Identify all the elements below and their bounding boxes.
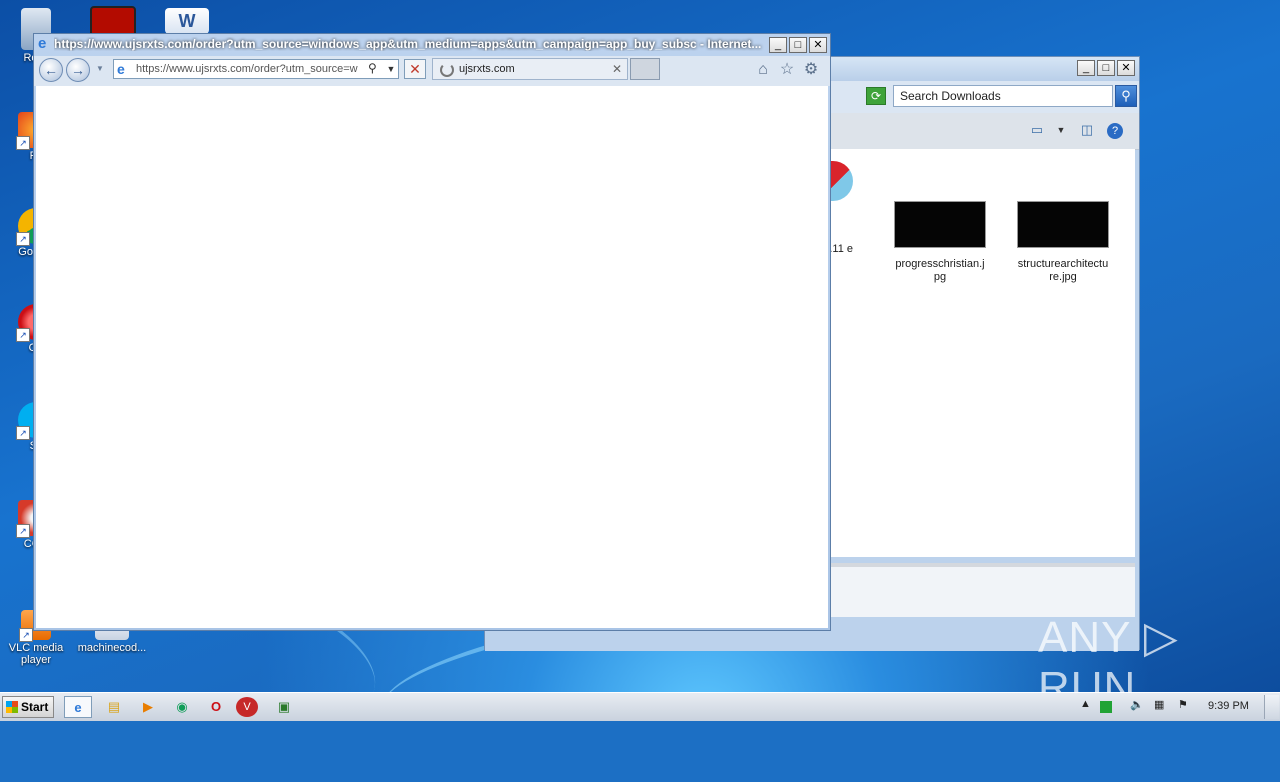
file-item[interactable]: progresschristian.jpg [894, 201, 986, 284]
chevron-down-icon[interactable]: ▼ [96, 64, 104, 73]
maximize-button[interactable]: □ [1097, 60, 1115, 76]
taskbar-ie-icon[interactable]: e [64, 696, 92, 718]
help-icon[interactable]: ? [1107, 123, 1123, 139]
start-label: Start [21, 700, 49, 714]
action-center-flag-icon[interactable]: ⚑ [1178, 698, 1188, 711]
start-button[interactable]: Start [2, 696, 54, 718]
taskbar: Start e ▤ ▶ ◉ O V ▣ ▲ 🔈 ▦ ⚑ 9:39 PM [0, 692, 1280, 721]
desktop-icon-label: VLC media player [8, 642, 64, 666]
window-title: https://www.ujsrxts.com/order?utm_source… [54, 37, 762, 51]
search-icon[interactable]: ⚲ [1115, 85, 1137, 107]
gear-icon[interactable]: ⚙ [802, 61, 820, 79]
shortcut-arrow-icon: ↗ [16, 136, 30, 150]
minimize-button[interactable]: _ [1077, 60, 1095, 76]
taskbar-explorer-icon[interactable]: ▤ [100, 696, 128, 718]
desktop-icon-word[interactable]: W [162, 8, 212, 36]
new-tab-button[interactable] [630, 58, 660, 80]
word-icon: W [165, 8, 209, 34]
network-icon[interactable] [1100, 701, 1112, 713]
printer-icon[interactable]: ▦ [1154, 698, 1164, 711]
loading-icon [440, 63, 454, 77]
refresh-button[interactable]: ⟳ [866, 87, 886, 105]
tray-expand-icon[interactable]: ▲ [1080, 698, 1091, 710]
tab-ujsrxts[interactable]: ujsrxts.com [432, 58, 628, 80]
search-input[interactable]: Search Downloads [893, 85, 1113, 107]
close-button[interactable]: ✕ [1117, 60, 1135, 76]
taskbar-opera-icon[interactable]: O [202, 696, 230, 718]
taskbar-antivirus-icon[interactable]: V [236, 697, 258, 717]
home-icon[interactable]: ⌂ [754, 61, 772, 79]
file-name: progresschristian.jpg [895, 258, 985, 283]
taskbar-app-icon[interactable]: ▣ [270, 696, 298, 718]
chevron-down-icon[interactable]: ▼ [1053, 123, 1069, 137]
favorites-star-icon[interactable]: ☆ [778, 61, 796, 79]
clock[interactable]: 9:39 PM [1208, 700, 1249, 712]
shortcut-arrow-icon: ↗ [16, 524, 30, 538]
minimize-button[interactable]: _ [769, 37, 787, 53]
ie-icon: e [38, 35, 47, 52]
file-item[interactable]: structurearchitecture.jpg [1017, 201, 1109, 284]
address-bar[interactable]: https://www.ujsrxts.com/order?utm_source… [113, 59, 399, 79]
page-content[interactable] [36, 86, 828, 628]
stop-button[interactable]: ✕ [404, 59, 426, 79]
image-thumbnail [1017, 201, 1109, 248]
image-thumbnail [894, 201, 986, 248]
ie-window[interactable]: e https://www.ujsrxts.com/order?utm_sour… [33, 33, 831, 631]
maximize-button[interactable]: □ [789, 37, 807, 53]
search-icon[interactable]: ⚲ [368, 61, 377, 75]
shortcut-arrow-icon: ↗ [16, 328, 30, 342]
shortcut-arrow-icon: ↗ [19, 628, 33, 642]
desktop-icon-label: machinecod... [77, 642, 147, 654]
close-button[interactable]: ✕ [809, 37, 827, 53]
shortcut-arrow-icon: ↗ [16, 232, 30, 246]
show-desktop-button[interactable] [1264, 695, 1279, 719]
file-name: structurearchitecture.jpg [1017, 258, 1109, 283]
address-dropdown-icon[interactable]: ▼ [384, 60, 398, 78]
tab-close-icon[interactable]: ✕ [612, 62, 622, 76]
ie-page-icon: e [117, 61, 125, 77]
windows-logo-icon [6, 701, 18, 713]
view-icon[interactable]: ▭ [1029, 123, 1045, 137]
volume-icon[interactable]: 🔈 [1130, 698, 1144, 711]
taskbar-media-player-icon[interactable]: ▶ [134, 696, 162, 718]
shortcut-arrow-icon: ↗ [16, 426, 30, 440]
forward-button[interactable]: → [66, 58, 90, 82]
preview-pane-icon[interactable]: ◫ [1079, 123, 1095, 137]
back-button[interactable]: ← [39, 58, 63, 82]
taskbar-chrome-icon[interactable]: ◉ [168, 696, 196, 718]
